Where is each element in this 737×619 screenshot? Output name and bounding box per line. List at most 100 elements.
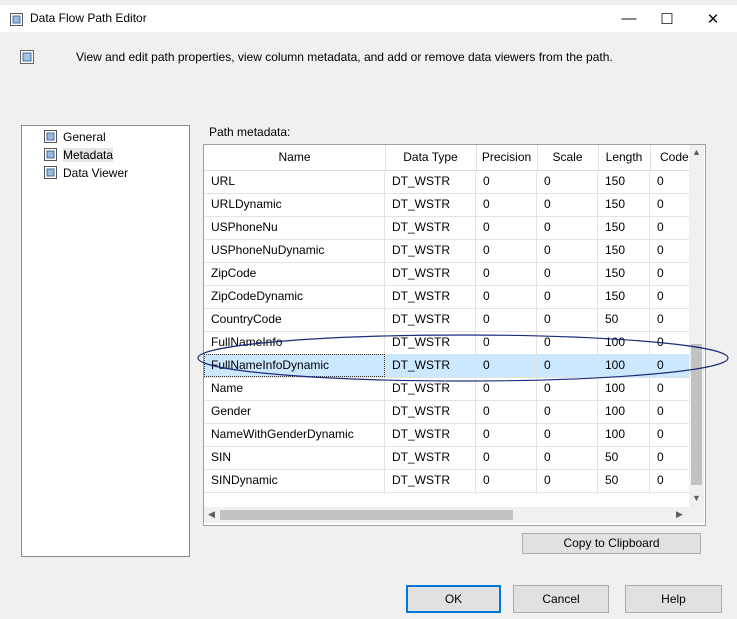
table-row[interactable]: SIN DT_WSTR 0 0 50 0 [204, 446, 689, 470]
table-row[interactable]: CountryCode DT_WSTR 0 0 50 0 [204, 308, 689, 332]
close-icon: ✕ [706, 10, 720, 28]
scroll-up-icon[interactable]: ▲ [692, 147, 701, 157]
scroll-left-icon[interactable]: ◀ [208, 509, 215, 520]
table-cell: 0 [476, 216, 537, 239]
help-button[interactable]: Help [625, 585, 722, 613]
data-viewer-icon [44, 166, 57, 179]
table-row[interactable]: Gender DT_WSTR 0 0 100 0 [204, 400, 689, 424]
tree-item-metadata[interactable]: Metadata [44, 146, 114, 163]
table-cell: 0 [476, 423, 537, 446]
maximize-icon: ☐ [660, 10, 674, 28]
table-cell: DT_WSTR [385, 377, 476, 400]
header-icon [20, 50, 34, 64]
scroll-down-icon[interactable]: ▼ [692, 493, 701, 503]
metadata-grid[interactable]: Name Data Type Precision Scale Length Code P … [203, 144, 706, 526]
table-row[interactable]: URLDynamic DT_WSTR 0 0 150 0 [204, 193, 689, 217]
table-cell: 0 [537, 446, 598, 469]
table-row[interactable]: FullNameInfoDynamic DT_WSTR 0 0 100 0 [204, 354, 689, 378]
horizontal-scrollbar[interactable]: ◀ ▶ [204, 507, 689, 523]
grid-viewport: Name Data Type Precision Scale Length Code P … [204, 145, 700, 507]
column-name-cell: CountryCode [204, 308, 385, 331]
table-cell: DT_WSTR [385, 285, 476, 308]
column-header[interactable]: Data Type [385, 145, 477, 170]
vertical-scrollbar[interactable]: ▲ ▼ [689, 145, 704, 507]
vertical-scroll-thumb[interactable] [691, 344, 702, 485]
table-row[interactable]: FullNameInfo DT_WSTR 0 0 100 0 [204, 331, 689, 355]
table-cell: 100 [598, 400, 650, 423]
table-row[interactable]: USPhoneNu DT_WSTR 0 0 150 0 [204, 216, 689, 240]
table-cell: 150 [598, 262, 650, 285]
scroll-right-icon[interactable]: ▶ [676, 509, 683, 520]
table-cell: 0 [537, 469, 598, 492]
table-cell: 50 [598, 469, 650, 492]
table-cell: 100 [598, 331, 650, 354]
table-cell: DT_WSTR [385, 193, 476, 216]
table-cell: DT_WSTR [385, 170, 476, 193]
table-row[interactable]: USPhoneNuDynamic DT_WSTR 0 0 150 0 [204, 239, 689, 263]
table-cell: 0 [537, 423, 598, 446]
table-cell: 100 [598, 423, 650, 446]
table-cell: 150 [598, 285, 650, 308]
table-row[interactable]: ZipCode DT_WSTR 0 0 150 0 [204, 262, 689, 286]
table-cell: 0 [537, 170, 598, 193]
column-name-cell: USPhoneNu [204, 216, 385, 239]
column-name-cell: FullNameInfo [204, 331, 385, 354]
tree-item-data-viewer[interactable]: Data Viewer [44, 164, 128, 181]
table-cell: 0 [476, 262, 537, 285]
table-cell: 0 [476, 193, 537, 216]
table-cell: 100 [598, 377, 650, 400]
table-cell: 150 [598, 170, 650, 193]
table-cell: 0 [537, 308, 598, 331]
table-cell: 0 [537, 377, 598, 400]
table-cell: 50 [598, 308, 650, 331]
table-cell: 0 [537, 216, 598, 239]
copy-to-clipboard-button[interactable]: Copy to Clipboard [522, 533, 701, 554]
table-cell: DT_WSTR [385, 216, 476, 239]
table-cell: 0 [476, 331, 537, 354]
table-row[interactable]: SINDynamic DT_WSTR 0 0 50 0 [204, 469, 689, 493]
table-row[interactable]: NameWithGenderDynamic DT_WSTR 0 0 100 0 [204, 423, 689, 447]
column-header[interactable]: Length [598, 145, 651, 170]
table-cell: 0 [476, 446, 537, 469]
tree-item-label: Data Viewer [63, 165, 129, 180]
ok-button[interactable]: OK [406, 585, 501, 613]
column-header[interactable]: Precision [476, 145, 538, 170]
table-cell: DT_WSTR [385, 331, 476, 354]
table-cell: 0 [476, 377, 537, 400]
table-cell: DT_WSTR [385, 354, 476, 377]
scrollbar-corner [689, 507, 704, 523]
table-row[interactable]: Name DT_WSTR 0 0 100 0 [204, 377, 689, 401]
header-description: View and edit path properties, view colu… [76, 50, 613, 64]
table-cell: DT_WSTR [385, 308, 476, 331]
table-cell: 0 [476, 400, 537, 423]
column-name-cell: URLDynamic [204, 193, 385, 216]
column-name-cell: SIN [204, 446, 385, 469]
column-name-cell: USPhoneNuDynamic [204, 239, 385, 262]
table-row[interactable]: ZipCodeDynamic DT_WSTR 0 0 150 0 [204, 285, 689, 309]
table-cell: 150 [598, 239, 650, 262]
table-cell: DT_WSTR [385, 262, 476, 285]
maximize-button[interactable]: ☐ [648, 5, 686, 32]
table-cell: 0 [476, 308, 537, 331]
navigation-tree: General Metadata Data Viewer [21, 125, 190, 557]
grid-header-row: Name Data Type Precision Scale Length Code P [204, 145, 700, 171]
table-cell: 0 [537, 239, 598, 262]
table-row[interactable]: URL DT_WSTR 0 0 150 0 [204, 170, 689, 194]
path-metadata-label: Path metadata: [209, 125, 291, 139]
metadata-icon [44, 148, 57, 161]
close-button[interactable]: ✕ [694, 5, 732, 32]
dialog-icon [10, 13, 23, 26]
table-cell: DT_WSTR [385, 239, 476, 262]
column-name-cell: ZipCodeDynamic [204, 285, 385, 308]
table-cell: 150 [598, 216, 650, 239]
column-name-cell: NameWithGenderDynamic [204, 423, 385, 446]
column-header[interactable]: Scale [537, 145, 599, 170]
minimize-button[interactable]: — [610, 5, 648, 32]
column-name-cell: URL [204, 170, 385, 193]
cancel-button[interactable]: Cancel [513, 585, 609, 613]
horizontal-scroll-thumb[interactable] [220, 510, 513, 520]
column-header[interactable]: Name [204, 145, 386, 170]
column-name-cell: Gender [204, 400, 385, 423]
tree-item-general[interactable]: General [44, 128, 106, 145]
properties-icon [44, 130, 57, 143]
